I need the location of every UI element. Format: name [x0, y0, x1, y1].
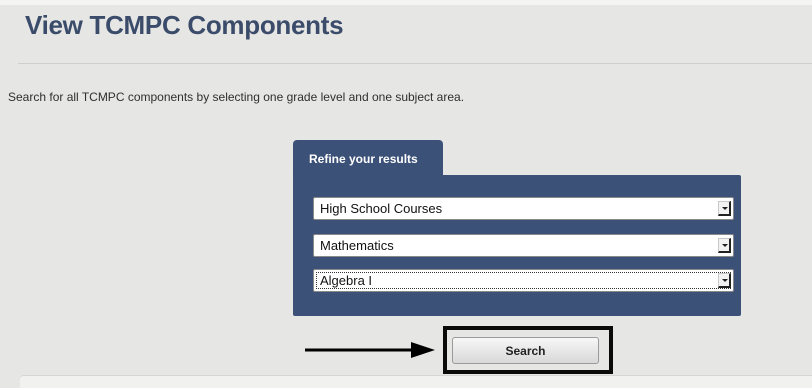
annotation-arrow-icon	[305, 342, 435, 358]
page-title: View TCMPC Components	[25, 10, 344, 40]
search-button[interactable]: Search	[452, 337, 599, 364]
bottom-panel-edge	[20, 375, 812, 388]
grade-level-select[interactable]: High School Courses	[313, 197, 734, 220]
dropdown-arrow-icon[interactable]	[718, 238, 731, 253]
subject-area-select-value: Mathematics	[320, 238, 394, 253]
dropdown-arrow-icon[interactable]	[718, 201, 731, 216]
dropdown-arrow-icon[interactable]	[718, 273, 731, 288]
grade-level-select-value: High School Courses	[320, 201, 443, 216]
intro-text: Search for all TCMPC components by selec…	[8, 90, 465, 104]
refine-results-tab[interactable]: Refine your results	[293, 140, 443, 176]
title-divider	[18, 63, 812, 64]
subject-area-select[interactable]: Mathematics	[313, 234, 734, 257]
course-select[interactable]: Algebra I	[313, 269, 734, 292]
course-select-value: Algebra I	[320, 273, 373, 288]
top-strip	[0, 0, 812, 5]
